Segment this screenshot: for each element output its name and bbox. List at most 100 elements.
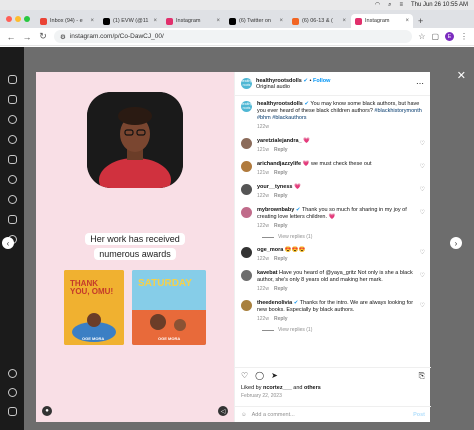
emoji-icon[interactable]: ☺	[241, 412, 247, 418]
browser-tab-active[interactable]: Instagram ×	[351, 14, 413, 28]
reply-button[interactable]: Reply	[274, 223, 288, 229]
like-comment-heart-icon[interactable]: ♡	[420, 207, 425, 230]
caption-avatar[interactable]: healthy roots	[241, 101, 252, 112]
reply-button[interactable]: Reply	[274, 286, 288, 292]
reply-button[interactable]: Reply	[274, 170, 288, 176]
comment-time[interactable]: 122w	[257, 193, 269, 199]
tab-close-icon[interactable]: ×	[216, 18, 220, 24]
browser-tab[interactable]: (6) 06-13 & ( ×	[288, 14, 350, 28]
minimize-window-button[interactable]	[15, 16, 21, 22]
commenter-avatar[interactable]	[241, 184, 252, 195]
new-tab-button[interactable]: +	[414, 16, 427, 28]
reply-button[interactable]: Reply	[274, 147, 288, 153]
view-replies-button[interactable]: View replies (1)	[262, 327, 425, 333]
add-comment-input[interactable]: Add a comment...	[252, 412, 295, 418]
address-bar[interactable]: ⚙ instagram.com/p/Co-DawCJ_00/	[54, 30, 413, 43]
more-menu-icon[interactable]: ⋮	[460, 32, 468, 41]
search-icon[interactable]: ⌕	[388, 0, 391, 10]
tab-close-icon[interactable]: ×	[405, 18, 409, 24]
tab-close-icon[interactable]: ×	[279, 18, 283, 24]
share-icon[interactable]: ➤	[271, 371, 278, 381]
like-heart-icon[interactable]: ♡	[241, 371, 248, 381]
commenter-username[interactable]: kavebat	[257, 270, 278, 276]
like-comment-heart-icon[interactable]: ♡	[420, 161, 425, 177]
caption-time[interactable]: 122w	[257, 124, 269, 130]
create-icon[interactable]	[7, 215, 17, 224]
like-comment-heart-icon[interactable]: ♡	[420, 184, 425, 200]
instagram-logo-icon[interactable]	[7, 75, 17, 84]
comment-time[interactable]: 122w	[257, 256, 269, 262]
menu-icon[interactable]	[7, 407, 17, 416]
notifications-heart-icon[interactable]	[7, 195, 17, 204]
tab-close-icon[interactable]: ×	[153, 18, 157, 24]
site-info-icon[interactable]: ⚙	[60, 33, 66, 41]
commenter-avatar[interactable]	[241, 270, 252, 281]
commenter-username[interactable]: theedenolivia	[257, 300, 292, 306]
close-window-button[interactable]	[6, 16, 12, 22]
save-bookmark-icon[interactable]: ⎘	[419, 371, 425, 381]
likes-others-link[interactable]: others	[304, 385, 321, 391]
explore-icon[interactable]	[7, 135, 17, 144]
comment-time[interactable]: 122w	[257, 223, 269, 229]
tab-close-icon[interactable]: ×	[342, 18, 346, 24]
comment-time[interactable]: 121w	[257, 170, 269, 176]
post-media[interactable]: Her work has received numerous awards TH…	[36, 72, 234, 422]
comment-time[interactable]: 121w	[257, 147, 269, 153]
back-icon[interactable]: ←	[6, 32, 16, 42]
commenter-username[interactable]: your__tyness	[257, 184, 292, 190]
liker-username[interactable]: ncortez___	[263, 385, 292, 391]
zoom-window-button[interactable]	[24, 16, 30, 22]
author-username[interactable]: healthyrootsdolls	[256, 78, 302, 84]
wifi-icon[interactable]: ◠	[375, 0, 380, 10]
browser-tab[interactable]: Instagram ×	[162, 14, 224, 28]
messages-icon[interactable]	[7, 175, 17, 184]
comment-icon[interactable]: ◯	[255, 371, 264, 381]
comment-time[interactable]: 122w	[257, 316, 269, 322]
author-avatar[interactable]: healthy roots	[241, 78, 252, 89]
like-comment-heart-icon[interactable]: ♡	[420, 270, 425, 293]
commenter-avatar[interactable]	[241, 300, 252, 311]
view-replies-button[interactable]: View replies (1)	[262, 234, 425, 240]
tab-close-icon[interactable]: ×	[90, 18, 94, 24]
commenter-avatar[interactable]	[241, 138, 252, 149]
audio-subtitle[interactable]: Original audio	[256, 84, 330, 90]
meta-ai-icon[interactable]	[7, 369, 17, 378]
reply-button[interactable]: Reply	[274, 316, 288, 322]
home-icon[interactable]	[7, 95, 17, 104]
commenter-username[interactable]: mybrownbaby	[257, 207, 294, 213]
post-comment-button[interactable]: Post	[413, 412, 425, 418]
browser-tab[interactable]: (1) EVW (@11 ×	[99, 14, 161, 28]
commenter-avatar[interactable]	[241, 161, 252, 172]
threads-icon[interactable]	[7, 388, 17, 397]
extensions-icon[interactable]: ▢	[431, 32, 439, 41]
like-comment-heart-icon[interactable]: ♡	[420, 300, 425, 323]
previous-post-button[interactable]: ‹	[2, 237, 14, 249]
commenter-username[interactable]: oge_mora	[257, 247, 283, 253]
post-date[interactable]: February 22, 2023	[241, 393, 425, 399]
search-icon[interactable]	[7, 115, 17, 124]
commenter-avatar[interactable]	[241, 207, 252, 218]
caption-username[interactable]: healthyrootsdolls	[257, 101, 303, 107]
more-options-icon[interactable]: ⋯	[416, 79, 424, 88]
next-post-button[interactable]: ›	[450, 237, 462, 249]
browser-tab[interactable]: Inbox (94) - e ×	[36, 14, 98, 28]
reply-button[interactable]: Reply	[274, 256, 288, 262]
like-comment-heart-icon[interactable]: ♡	[420, 138, 425, 154]
commenter-username[interactable]: arichandjazzylife	[257, 161, 301, 167]
reply-button[interactable]: Reply	[274, 193, 288, 199]
bookmark-star-icon[interactable]: ☆	[418, 32, 425, 41]
mute-audio-icon[interactable]: ◁	[218, 406, 228, 416]
close-modal-icon[interactable]: ✕	[457, 69, 466, 82]
comment-time[interactable]: 122w	[257, 286, 269, 292]
like-comment-heart-icon[interactable]: ♡	[420, 247, 425, 263]
follow-button[interactable]: Follow	[313, 78, 330, 84]
control-center-icon[interactable]: ≡	[399, 0, 403, 10]
tagged-users-icon[interactable]: ●	[42, 406, 52, 416]
browser-tab[interactable]: (6) Twitter on ×	[225, 14, 287, 28]
forward-icon[interactable]: →	[22, 32, 32, 42]
commenter-username[interactable]: yaretzialejandra_	[257, 138, 302, 144]
reload-icon[interactable]: ↻	[38, 31, 48, 42]
commenter-avatar[interactable]	[241, 247, 252, 258]
reels-icon[interactable]	[7, 155, 17, 164]
profile-avatar[interactable]: E	[445, 32, 454, 41]
